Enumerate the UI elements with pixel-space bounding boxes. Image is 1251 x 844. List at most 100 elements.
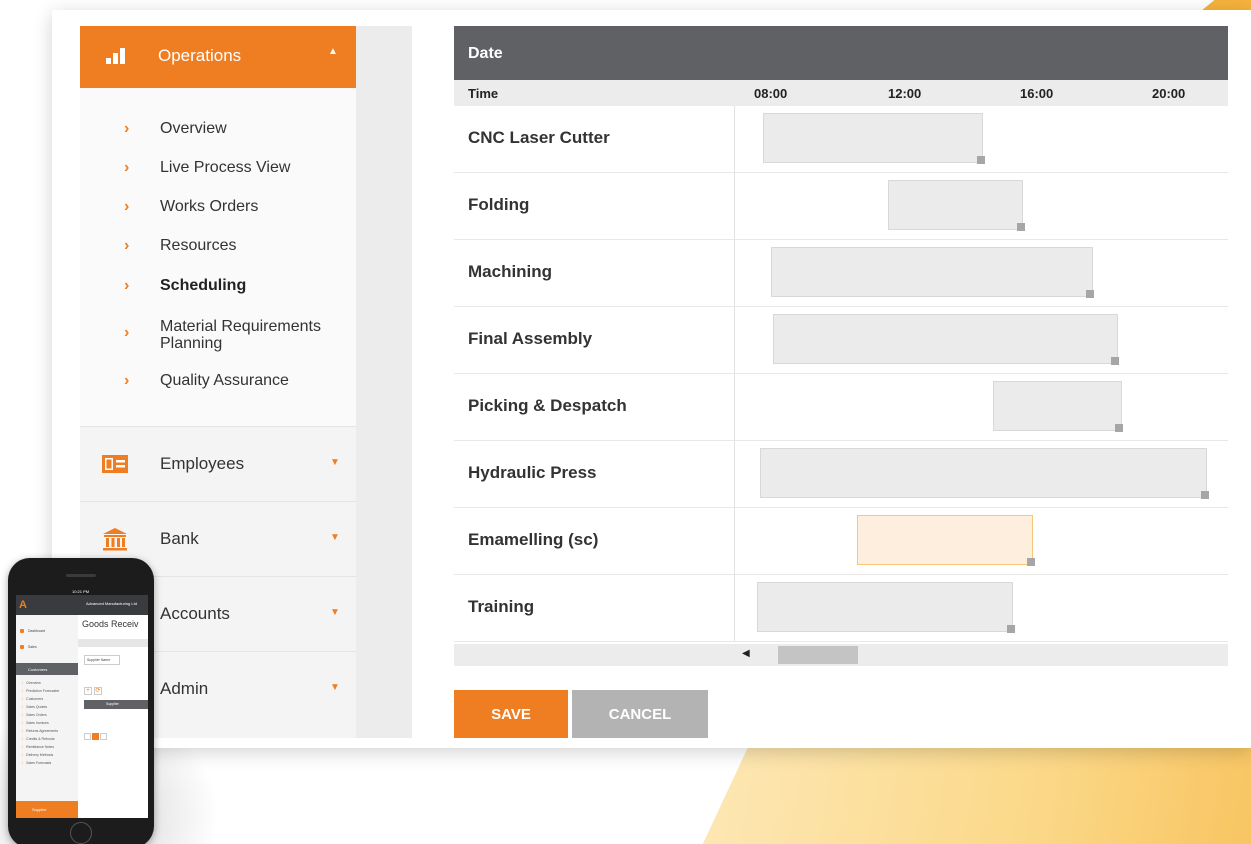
logo-icon: A <box>19 599 27 611</box>
phone-speaker <box>66 574 96 577</box>
resize-handle[interactable] <box>1111 357 1119 365</box>
resource-label: Picking & Despatch <box>468 396 627 415</box>
resize-handle[interactable] <box>1201 491 1209 499</box>
save-button[interactable]: SAVE <box>454 690 568 738</box>
cancel-button[interactable]: CANCEL <box>572 690 708 738</box>
phone-sub-item[interactable]: Sales Invoices <box>22 721 49 725</box>
phone-sub-item[interactable]: Prediction Forecaster <box>22 689 59 693</box>
submenu-item-label: Overview <box>160 120 227 137</box>
pager-next-button[interactable] <box>100 733 107 740</box>
schedule-bar[interactable] <box>760 448 1207 498</box>
refresh-icon[interactable]: ⟳ <box>94 687 102 695</box>
chevron-right-icon: › <box>124 120 130 137</box>
submenu-item-label: Resources <box>160 237 237 254</box>
phone-sub-item[interactable]: Overview <box>22 681 41 685</box>
resize-handle[interactable] <box>1086 290 1094 298</box>
resize-handle[interactable] <box>977 156 985 164</box>
resource-label: Final Assembly <box>468 329 593 348</box>
resize-handle[interactable] <box>1017 223 1025 231</box>
phone-sub-item[interactable]: Sales Forecasts <box>22 761 51 765</box>
phone-sub-item[interactable]: Credits & Refunds <box>22 737 54 741</box>
cart-icon <box>20 645 24 649</box>
operations-submenu: › Overview › Live Process View › Works O… <box>80 88 356 426</box>
schedule-bar[interactable] <box>771 247 1093 297</box>
phone-sub-item[interactable]: Remittance Notes <box>22 745 54 749</box>
resize-handle[interactable] <box>1027 558 1035 566</box>
sidebar-item-label: Operations <box>158 46 242 65</box>
gantt-row: Final Assembly <box>454 307 1228 374</box>
submenu-item-label: Material Requirements Planning <box>160 318 321 352</box>
scrollbar-thumb[interactable] <box>778 646 858 664</box>
gantt-row: Training <box>454 575 1228 642</box>
resource-label: Training <box>468 597 535 616</box>
submenu-item-resources[interactable]: › Resources <box>80 237 356 261</box>
phone-sub-item[interactable]: Delivery Methods <box>22 753 53 757</box>
gantt-time-row: Time 08:00 12:00 16:00 20:00 <box>454 80 1228 106</box>
submenu-item-material-requirements-planning[interactable]: › Material Requirements Planning <box>80 318 356 358</box>
submenu-item-label: Scheduling <box>160 277 247 294</box>
phone-table-header: Supplier <box>84 700 148 709</box>
submenu-item-label: Works Orders <box>160 198 259 215</box>
resize-handle[interactable] <box>1007 625 1015 633</box>
submenu-item-quality-assurance[interactable]: › Quality Assurance <box>80 372 356 396</box>
scroll-left-icon[interactable]: ◀ <box>742 648 750 659</box>
submenu-item-works-orders[interactable]: › Works Orders <box>80 198 356 222</box>
submenu-item-label: Live Process View <box>160 159 291 176</box>
gantt-row: Emamelling (sc) <box>454 508 1228 575</box>
gantt-date-label: Date <box>468 45 503 62</box>
phone-menu-supplier[interactable]: Supplier <box>16 801 78 818</box>
resource-label: Hydraulic Press <box>468 463 597 482</box>
resource-label: Folding <box>468 195 530 214</box>
time-tick: 12:00 <box>888 86 922 101</box>
resize-handle[interactable] <box>1115 424 1123 432</box>
phone-topbar: A Advanced Manufacturing Ltd <box>16 595 148 615</box>
phone-sub-item[interactable]: Sales Quotes <box>22 705 47 709</box>
schedule-bar[interactable] <box>773 314 1118 364</box>
gantt-date-header: Date <box>454 26 1228 80</box>
chevron-right-icon: › <box>124 277 130 294</box>
schedule-bar[interactable] <box>763 113 983 163</box>
chevron-right-icon: › <box>124 324 130 341</box>
gantt-row: Machining <box>454 240 1228 307</box>
chevron-right-icon: › <box>124 237 130 254</box>
submenu-item-live-process-view[interactable]: › Live Process View <box>80 159 356 183</box>
phone-sub-item[interactable]: Customers <box>22 697 43 701</box>
schedule-bar[interactable] <box>993 381 1122 431</box>
time-column-label: Time <box>468 86 499 101</box>
sidebar-item-label: Accounts <box>160 604 230 623</box>
pager-current-button[interactable] <box>92 733 99 740</box>
phone-menu-customers[interactable]: Customers <box>16 663 78 675</box>
horizontal-scrollbar[interactable]: ◀ <box>454 644 1228 666</box>
gantt-row: Picking & Despatch <box>454 374 1228 441</box>
phone-sub-item[interactable]: Returns Agreements <box>22 729 58 733</box>
schedule-bar-selected[interactable] <box>857 515 1033 565</box>
sidebar-item-label: Bank <box>160 529 199 548</box>
app-window: Operations ▲ › Overview › Live Process V… <box>52 10 1251 748</box>
phone-filter-select[interactable]: Supplier Name <box>84 655 120 665</box>
time-tick: 08:00 <box>754 86 788 101</box>
phone-toolbar <box>78 639 148 647</box>
schedule-bar[interactable] <box>888 180 1023 230</box>
chevron-right-icon: › <box>124 159 130 176</box>
submenu-item-label: Quality Assurance <box>160 372 289 389</box>
phone-sub-item[interactable]: Sales Orders <box>22 713 46 717</box>
scheduling-gantt: Date Time 08:00 12:00 16:00 20:00 CNC La… <box>454 26 1228 666</box>
sidebar-item-operations[interactable]: Operations ▲ <box>80 26 356 88</box>
submenu-item-scheduling[interactable]: › Scheduling <box>80 277 356 301</box>
phone-status-time: 10:21 PM <box>72 589 90 594</box>
gantt-row: Hydraulic Press <box>454 441 1228 508</box>
chevron-down-icon: ▼ <box>330 532 340 543</box>
schedule-bar[interactable] <box>757 582 1013 632</box>
chevron-right-icon: › <box>124 198 130 215</box>
bar-chart-icon <box>106 48 128 64</box>
bank-icon <box>103 528 127 551</box>
phone-page-title: Goods Receiv <box>82 619 139 629</box>
sidebar-item-employees[interactable]: Employees ▼ <box>80 426 356 501</box>
phone-status-bar: 10:21 PM <box>16 588 148 595</box>
submenu-item-overview[interactable]: › Overview <box>80 120 356 144</box>
add-icon[interactable]: + <box>84 687 92 695</box>
gantt-row: CNC Laser Cutter <box>454 106 1228 173</box>
phone-main: Goods Receiv Supplier Name + ⟳ Supplier <box>78 615 148 818</box>
pager-prev-button[interactable] <box>84 733 91 740</box>
phone-home-button <box>70 822 92 844</box>
